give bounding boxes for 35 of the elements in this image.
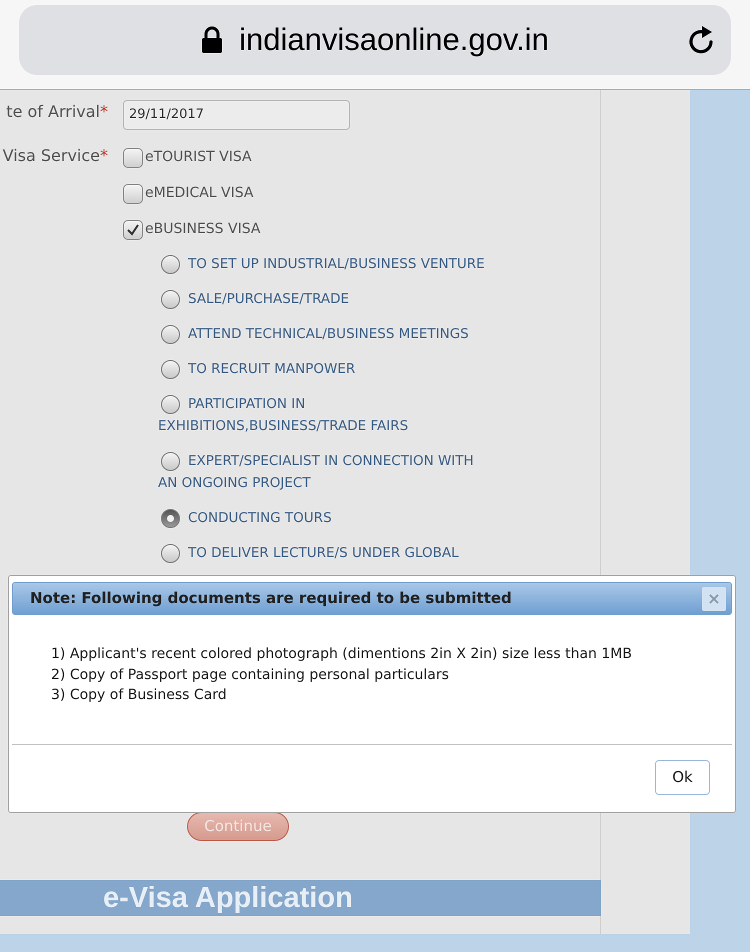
- checkbox-label: eBUSINESS VISA: [145, 220, 260, 239]
- checkbox[interactable]: [123, 148, 143, 168]
- radio-label: CONDUCTING TOURS: [188, 509, 332, 528]
- checkbox[interactable]: [123, 220, 143, 240]
- radio-label: SALE/PURCHASE/TRADE: [188, 290, 350, 309]
- field-label: te of Arrival*: [6, 102, 108, 121]
- dialog-title: Note: Following documents are required to be submitted: [30, 588, 512, 610]
- radio-button[interactable]: [161, 324, 180, 344]
- radio-button[interactable]: [161, 290, 180, 308]
- checkbox[interactable]: [123, 184, 143, 204]
- radio-label: TO RECRUIT MANPOWER: [188, 360, 356, 379]
- radio-label: EXHIBITIONS,BUSINESS/TRADE FAIRS: [158, 417, 408, 436]
- document-item: 3) Copy of Business Card: [51, 686, 228, 705]
- checkbox-label: eTOURIST VISA: [145, 148, 252, 167]
- radio-button[interactable]: [161, 254, 180, 274]
- field-label: Visa Service*: [2, 146, 108, 165]
- ok-button[interactable]: Ok: [655, 760, 710, 795]
- radio-label: PARTICIPATION IN: [188, 395, 306, 414]
- document-item: 1) Applicant's recent colored photograph (dimentions 2in X 2in) size less than 1MB: [51, 645, 633, 664]
- radio-label: ATTEND TECHNICAL/BUSINESS MEETINGS: [188, 325, 469, 344]
- radio-button[interactable]: [161, 508, 180, 528]
- lock-icon: [201, 26, 224, 54]
- radio-button[interactable]: [161, 394, 180, 414]
- radio-button[interactable]: [161, 452, 180, 470]
- radio-label: AN ONGOING PROJECT: [158, 474, 311, 493]
- radio-label: TO DELIVER LECTURE/S UNDER GLOBAL: [188, 544, 459, 563]
- radio-button[interactable]: [161, 544, 180, 562]
- checkbox-label: eMEDICAL VISA: [145, 184, 254, 203]
- radio-button[interactable]: [161, 360, 180, 378]
- radio-label: TO SET UP INDUSTRIAL/BUSINESS VENTURE: [188, 255, 485, 274]
- checkmark-icon: [126, 222, 140, 236]
- date-field[interactable]: 29/11/2017: [123, 100, 350, 130]
- banner: e-Visa Application: [0, 880, 601, 916]
- radio-label: EXPERT/SPECIALIST IN CONNECTION WITH: [188, 452, 474, 471]
- document-item: 2) Copy of Passport page containing personal particulars: [51, 666, 450, 684]
